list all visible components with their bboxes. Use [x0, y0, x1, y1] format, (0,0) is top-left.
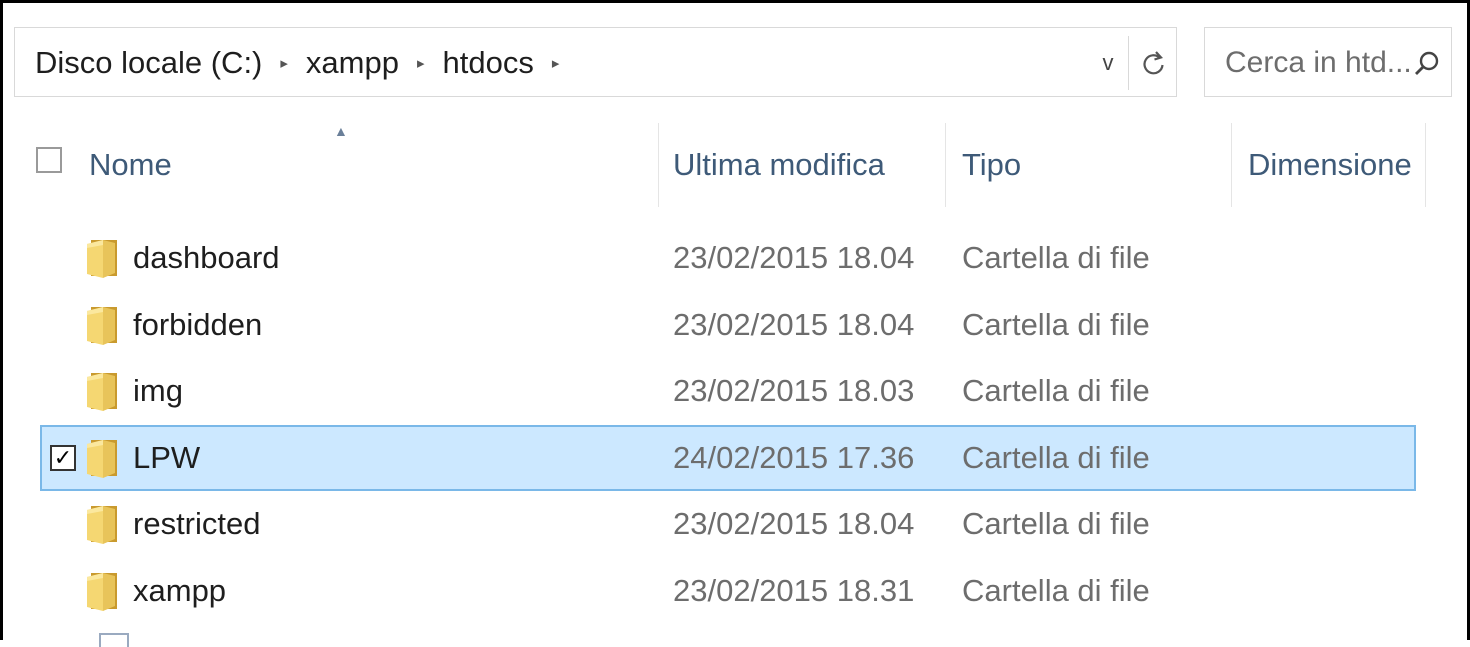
file-list-item-xampp[interactable]: xampp 23/02/2015 18.31 Cartella di file — [3, 558, 1470, 624]
column-resize-handle[interactable] — [1425, 123, 1426, 207]
column-resize-handle[interactable] — [658, 123, 659, 207]
file-list-item-img[interactable]: img 23/02/2015 18.03 Cartella di file — [3, 358, 1470, 424]
partial-file-icon — [99, 633, 129, 647]
file-type: Cartella di file — [962, 506, 1150, 541]
address-bar[interactable]: Disco locale (C:) ▸ xampp ▸ htdocs ▸ v — [14, 27, 1177, 97]
breadcrumb-disco-locale[interactable]: Disco locale (C:) — [31, 45, 266, 81]
file-name: restricted — [133, 506, 261, 541]
explorer-window: Disco locale (C:) ▸ xampp ▸ htdocs ▸ v C… — [0, 0, 1470, 647]
file-type: Cartella di file — [962, 306, 1150, 342]
breadcrumb-htdocs[interactable]: htdocs — [439, 45, 538, 81]
select-all-checkbox[interactable] — [36, 147, 62, 173]
refresh-icon — [1143, 51, 1164, 75]
search-input[interactable]: Cerca in htd... — [1225, 28, 1412, 98]
file-name: img — [133, 373, 183, 408]
file-type: Cartella di file — [962, 373, 1150, 408]
folder-icon — [87, 373, 117, 411]
file-name: LPW — [133, 439, 201, 475]
column-header-type[interactable]: Tipo — [962, 123, 1021, 207]
breadcrumb-chevron-icon[interactable]: ▸ — [403, 54, 439, 72]
breadcrumb-xampp[interactable]: xampp — [302, 45, 403, 81]
search-icon[interactable] — [1413, 50, 1441, 78]
chevron-down-icon: v — [1102, 50, 1114, 75]
row-checkbox[interactable]: ✓ — [50, 444, 76, 471]
breadcrumb-chevron-icon[interactable]: ▸ — [266, 54, 302, 72]
file-modified-date: 23/02/2015 18.04 — [673, 240, 915, 275]
file-type: Cartella di file — [962, 572, 1150, 608]
file-list-item-lpw[interactable]: ✓ LPW 24/02/2015 17.36 Cartella di file — [3, 424, 1470, 491]
file-name: xampp — [133, 572, 227, 608]
file-list-item-restricted[interactable]: restricted 23/02/2015 18.04 Cartella di … — [3, 491, 1470, 557]
column-header-size[interactable]: Dimensione — [1248, 123, 1412, 207]
refresh-button[interactable] — [1128, 36, 1179, 90]
file-list-item-dashboard[interactable]: dashboard 23/02/2015 18.04 Cartella di f… — [3, 225, 1470, 291]
folder-icon — [87, 240, 117, 278]
file-name: dashboard — [133, 240, 280, 275]
file-modified-date: 23/02/2015 18.31 — [673, 572, 915, 608]
file-name: forbidden — [133, 306, 263, 342]
column-resize-handle[interactable] — [945, 123, 946, 207]
breadcrumb: Disco locale (C:) ▸ xampp ▸ htdocs ▸ — [31, 28, 573, 98]
column-header-row: Nome ▲ Ultima modifica Tipo Dimensione — [3, 123, 1470, 207]
sort-ascending-icon: ▲ — [334, 123, 348, 139]
file-modified-date: 23/02/2015 18.04 — [673, 306, 915, 342]
address-history-dropdown-button[interactable]: v — [1088, 28, 1128, 98]
column-resize-handle[interactable] — [1231, 123, 1232, 207]
file-type: Cartella di file — [962, 439, 1150, 475]
breadcrumb-chevron-icon[interactable]: ▸ — [538, 54, 574, 72]
column-header-name[interactable]: Nome — [89, 123, 172, 207]
file-modified-date: 23/02/2015 18.03 — [673, 373, 915, 408]
file-modified-date: 23/02/2015 18.04 — [673, 506, 915, 541]
folder-icon — [87, 572, 117, 611]
file-type: Cartella di file — [962, 240, 1150, 275]
column-header-modified[interactable]: Ultima modifica — [673, 123, 885, 207]
folder-icon — [87, 439, 117, 478]
search-box[interactable]: Cerca in htd... — [1204, 27, 1452, 97]
folder-icon — [87, 306, 117, 345]
file-list-item-forbidden[interactable]: forbidden 23/02/2015 18.04 Cartella di f… — [3, 292, 1470, 358]
file-modified-date: 24/02/2015 17.36 — [673, 439, 915, 475]
folder-icon — [87, 506, 117, 544]
